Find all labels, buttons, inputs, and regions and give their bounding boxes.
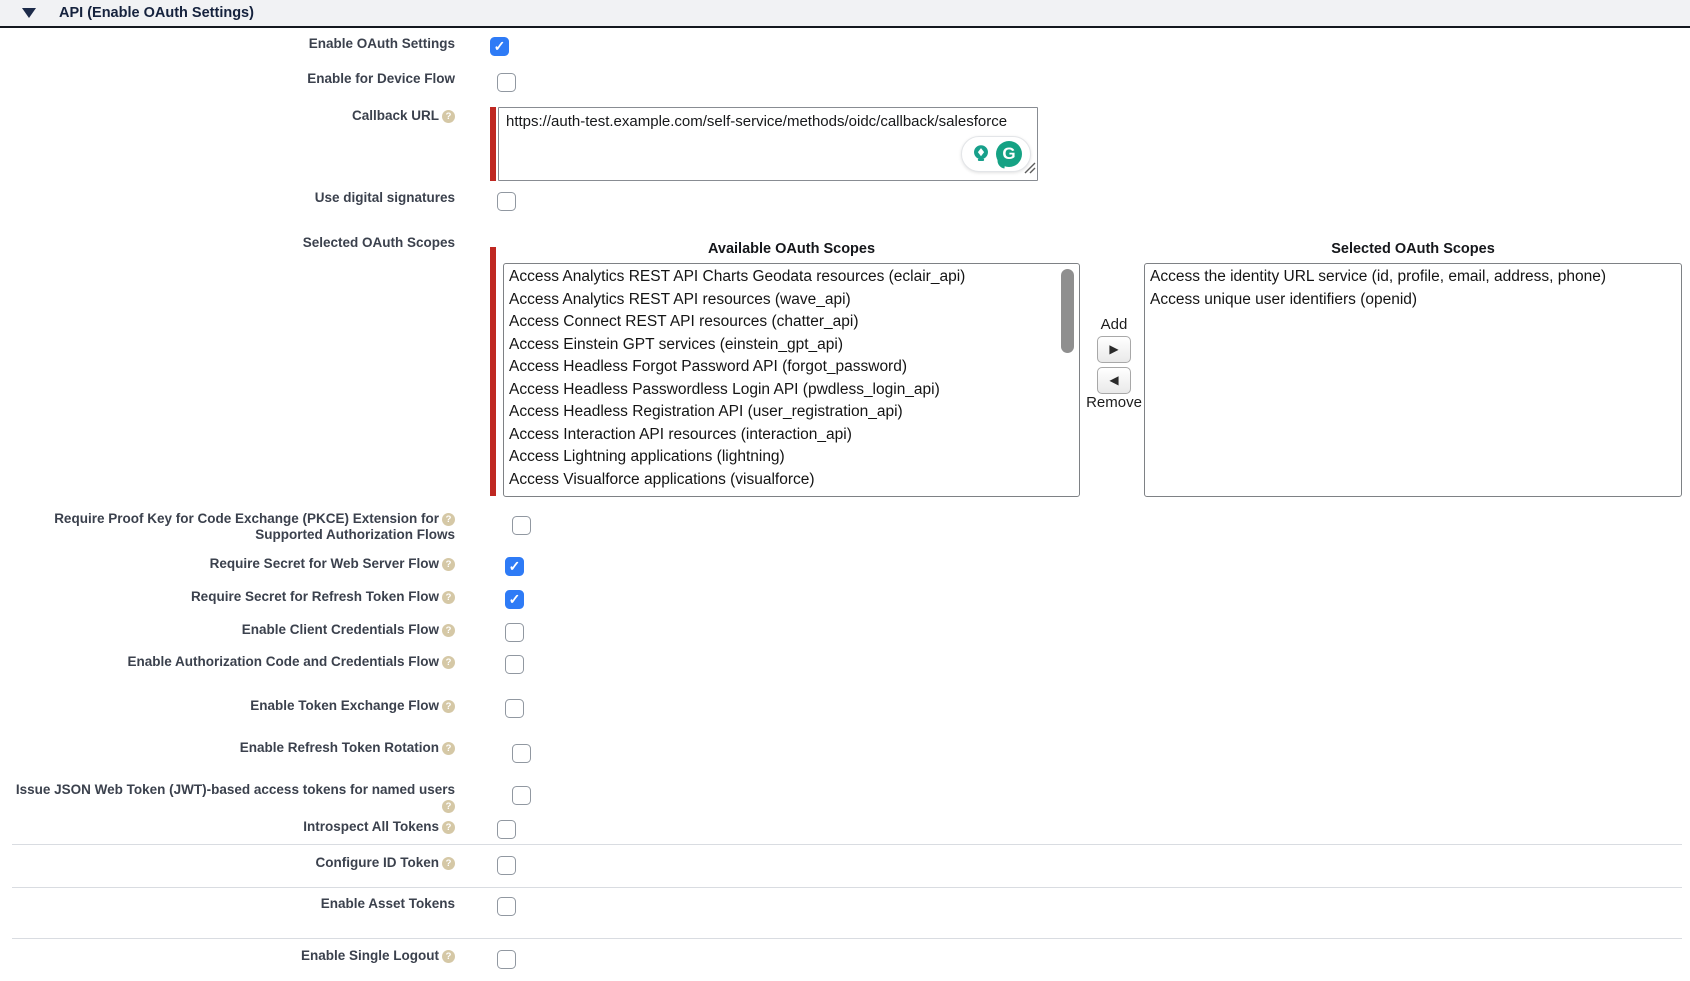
pkce-checkbox[interactable] [512,516,531,535]
remove-scope-button[interactable]: ◀ [1097,367,1131,394]
refresh-token-rotation-label: Enable Refresh Token Rotation? [0,740,455,756]
client-credentials-label: Enable Client Credentials Flow? [0,622,455,638]
pkce-label: Require Proof Key for Code Exchange (PKC… [0,511,455,543]
scope-option[interactable]: Access unique user identifiers (openid) [1150,289,1681,312]
configure-id-token-label: Configure ID Token? [0,855,455,871]
section-header: API (Enable OAuth Settings) [0,0,1690,28]
available-scopes-listbox[interactable]: Access Analytics REST API Charts Geodata… [503,263,1080,497]
suggestion-bulb-icon[interactable] [970,143,992,165]
help-icon[interactable]: ? [442,591,455,604]
scope-option[interactable]: Access Analytics REST API resources (wav… [509,289,1079,312]
help-icon[interactable]: ? [442,513,455,526]
listbox-scrollbar[interactable] [1061,269,1074,353]
scope-option[interactable]: Access Headless Forgot Password API (for… [509,356,1079,379]
scope-option[interactable]: Access Interaction API resources (intera… [509,424,1079,447]
enable-oauth-checkbox[interactable] [490,37,509,56]
scope-option[interactable]: Access Einstein GPT services (einstein_g… [509,334,1079,357]
secret-refresh-token-label: Require Secret for Refresh Token Flow? [0,589,455,605]
callback-url-value: https://auth-test.example.com/self-servi… [506,112,953,131]
single-logout-checkbox[interactable] [497,950,516,969]
add-scope-button[interactable]: ▶ [1097,336,1131,363]
secret-web-server-checkbox[interactable] [505,557,524,576]
required-indicator [490,107,496,181]
introspect-tokens-checkbox[interactable] [497,820,516,839]
scope-option[interactable]: Access Lightning applications (lightning… [509,446,1079,469]
device-flow-checkbox[interactable] [497,73,516,92]
selected-scopes-listbox[interactable]: Access the identity URL service (id, pro… [1144,263,1682,497]
callback-url-label: Callback URL? [0,108,455,124]
token-exchange-label: Enable Token Exchange Flow? [0,698,455,714]
remove-label: Remove [1084,394,1144,411]
scope-option[interactable]: Access Analytics REST API Charts Geodata… [509,266,1079,289]
selected-scopes-header: Selected OAuth Scopes [1144,241,1682,257]
introspect-tokens-label: Introspect All Tokens? [0,819,455,835]
help-icon[interactable]: ? [442,110,455,123]
scope-option[interactable]: Access Headless Passwordless Login API (… [509,379,1079,402]
client-credentials-checkbox[interactable] [505,623,524,642]
section-title: API (Enable OAuth Settings) [59,5,254,21]
help-icon[interactable]: ? [442,821,455,834]
oauth-settings-section: API (Enable OAuth Settings) Enable OAuth… [0,0,1690,981]
help-icon[interactable]: ? [442,624,455,637]
help-icon[interactable]: ? [442,950,455,963]
asset-tokens-label: Enable Asset Tokens [0,896,455,912]
digital-signatures-checkbox[interactable] [497,192,516,211]
device-flow-label: Enable for Device Flow [0,71,455,87]
available-scopes-header: Available OAuth Scopes [503,241,1080,257]
auth-code-credentials-label: Enable Authorization Code and Credential… [0,654,455,670]
help-icon[interactable]: ? [442,742,455,755]
help-icon[interactable]: ? [442,857,455,870]
help-icon[interactable]: ? [442,800,455,813]
refresh-token-rotation-checkbox[interactable] [512,744,531,763]
scope-option[interactable]: Access Connect REST API resources (chatt… [509,311,1079,334]
token-exchange-checkbox[interactable] [505,699,524,718]
help-icon[interactable]: ? [442,700,455,713]
add-label: Add [1084,316,1144,333]
scope-option[interactable]: Access Headless Registration API (user_r… [509,401,1079,424]
required-indicator [490,247,496,496]
row-divider [12,938,1682,939]
grammarly-icon[interactable]: G [996,141,1022,167]
secret-web-server-label: Require Secret for Web Server Flow? [0,556,455,572]
scope-option[interactable]: Access Visualforce applications (visualf… [509,469,1079,492]
auth-code-credentials-checkbox[interactable] [505,655,524,674]
collapse-triangle-icon[interactable] [22,8,36,18]
single-logout-label: Enable Single Logout? [0,948,455,964]
scope-option[interactable]: Access the identity URL service (id, pro… [1150,266,1681,289]
scopes-row-label: Selected OAuth Scopes [0,235,455,251]
asset-tokens-checkbox[interactable] [497,897,516,916]
secret-refresh-token-checkbox[interactable] [505,590,524,609]
row-divider [12,844,1682,845]
enable-oauth-label: Enable OAuth Settings [0,36,455,52]
help-icon[interactable]: ? [442,558,455,571]
textarea-resize-handle[interactable] [1023,161,1036,179]
configure-id-token-checkbox[interactable] [497,856,516,875]
row-divider [12,887,1682,888]
help-icon[interactable]: ? [442,656,455,669]
grammarly-widget[interactable]: G [961,136,1031,172]
callback-url-textarea[interactable]: https://auth-test.example.com/self-servi… [498,107,1038,181]
jwt-tokens-label: Issue JSON Web Token (JWT)-based access … [0,782,455,814]
digital-signatures-label: Use digital signatures [0,190,455,206]
jwt-tokens-checkbox[interactable] [512,786,531,805]
